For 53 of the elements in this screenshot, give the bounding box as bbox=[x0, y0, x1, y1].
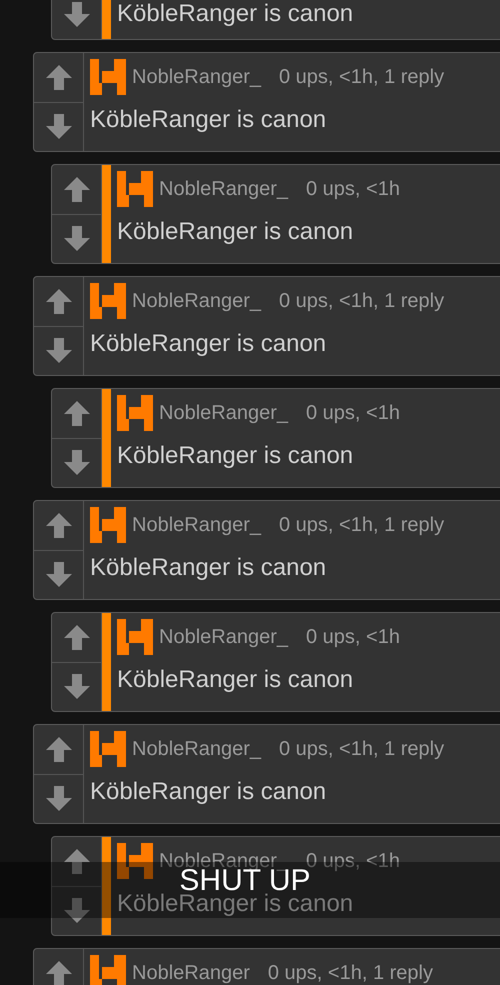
down-arrow-icon bbox=[62, 224, 90, 253]
username[interactable]: NobleRanger_ bbox=[159, 401, 288, 425]
comment-meta: 0 ups, <1h, 1 reply bbox=[278, 737, 444, 761]
username[interactable]: NobleRanger_ bbox=[159, 625, 288, 649]
comment-text: KöbleRanger is canon bbox=[117, 444, 354, 468]
down-arrow-icon bbox=[62, 0, 90, 29]
logo-icon bbox=[90, 955, 126, 985]
comment-text: KöbleRanger is canon bbox=[117, 2, 354, 26]
logo-icon bbox=[117, 395, 153, 431]
comment-meta: 0 ups, <1h, 1 reply bbox=[278, 289, 444, 313]
username[interactable]: NobleRanger bbox=[132, 961, 250, 985]
comment-text: KöbleRanger is canon bbox=[117, 668, 354, 692]
up-arrow-icon bbox=[44, 735, 72, 764]
up-arrow-icon bbox=[62, 399, 90, 428]
comment-text: KöbleRanger is canon bbox=[117, 892, 354, 916]
username[interactable]: NobleRanger_ bbox=[132, 289, 261, 313]
logo-icon bbox=[90, 731, 126, 767]
username[interactable]: NobleRanger_ bbox=[159, 177, 288, 201]
comment-meta: 0 ups, <1h, 1 reply bbox=[268, 961, 433, 985]
down-arrow-icon bbox=[44, 560, 72, 589]
down-arrow-icon bbox=[62, 448, 90, 477]
logo-icon bbox=[90, 59, 126, 95]
username[interactable]: NobleRanger_ bbox=[132, 737, 261, 761]
logo-icon bbox=[90, 283, 126, 319]
down-arrow-icon bbox=[44, 336, 72, 365]
comment-meta: 0 ups, <1h bbox=[306, 625, 400, 649]
comment-meta: 0 ups, <1h, 1 reply bbox=[278, 513, 444, 537]
username[interactable]: NobleRanger_ bbox=[132, 65, 261, 89]
up-arrow-icon bbox=[62, 623, 90, 652]
up-arrow-icon bbox=[62, 847, 90, 876]
comment-meta: 0 ups, <1h, 1 reply bbox=[278, 65, 444, 89]
down-arrow-icon bbox=[62, 896, 90, 925]
comment-text: KöbleRanger is canon bbox=[90, 556, 328, 580]
up-arrow-icon bbox=[44, 959, 72, 985]
up-arrow-icon bbox=[62, 175, 90, 204]
username[interactable]: NobleRanger_ bbox=[132, 513, 261, 537]
comment-meta: 0 ups, <1h bbox=[306, 401, 400, 425]
down-arrow-icon bbox=[44, 784, 72, 813]
comment-text: KöbleRanger is canon bbox=[117, 220, 354, 244]
comment-text: KöbleRanger is canon bbox=[90, 780, 328, 804]
logo-icon bbox=[90, 507, 126, 543]
logo-icon bbox=[117, 843, 153, 879]
up-arrow-icon bbox=[44, 287, 72, 316]
down-arrow-icon bbox=[44, 112, 72, 141]
logo-icon bbox=[117, 171, 153, 207]
down-arrow-icon bbox=[62, 672, 90, 701]
comment-meta: 0 ups, <1h bbox=[306, 177, 400, 201]
logo-icon bbox=[117, 619, 153, 655]
comment-text: KöbleRanger is canon bbox=[90, 332, 328, 356]
up-arrow-icon bbox=[44, 511, 72, 540]
up-arrow-icon bbox=[44, 63, 72, 92]
caption-text: SHUT UP bbox=[179, 868, 311, 894]
comment-text: KöbleRanger is canon bbox=[90, 108, 328, 132]
